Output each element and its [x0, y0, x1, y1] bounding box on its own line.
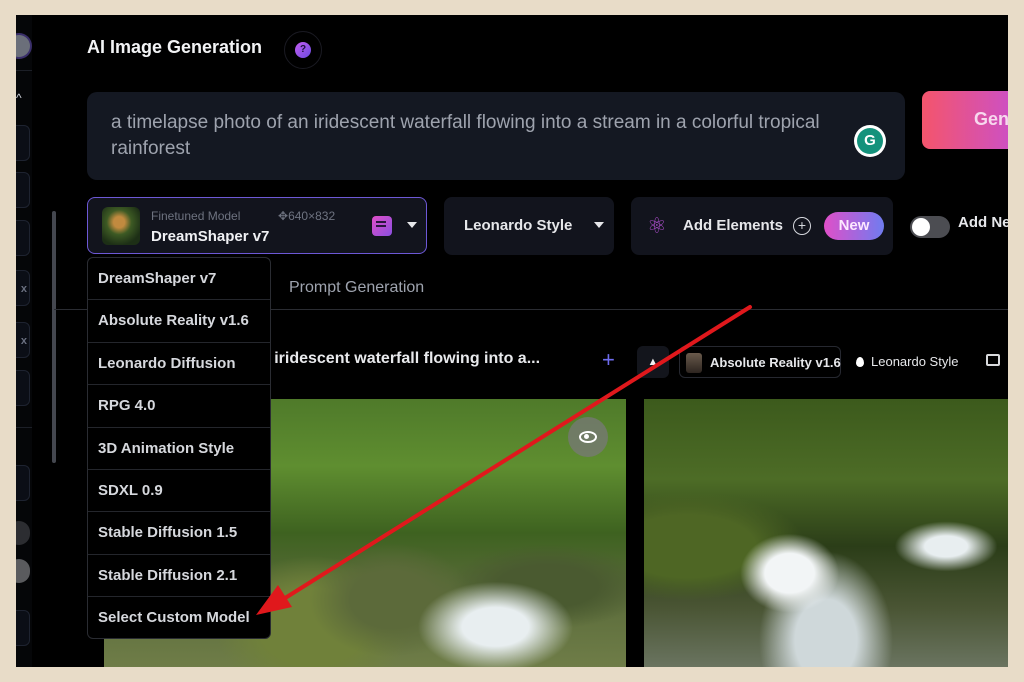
- generate-button[interactable]: Gen: [922, 91, 1008, 149]
- scrollbar[interactable]: [52, 211, 56, 463]
- sidebar-toggle[interactable]: [16, 521, 30, 545]
- model-selector[interactable]: Finetuned Model ✥640×832 DreamShaper v7: [87, 197, 427, 254]
- generation-style-label: Leonardo Style: [871, 354, 959, 369]
- chevron-down-icon[interactable]: [407, 222, 417, 228]
- dropdown-item[interactable]: RPG 4.0: [88, 385, 270, 428]
- generated-image[interactable]: [644, 399, 1008, 667]
- move-icon: ✥: [278, 209, 289, 223]
- generation-model-tag: Absolute Reality v1.6: [679, 346, 841, 378]
- plus-circle-icon[interactable]: +: [793, 217, 811, 235]
- model-thumbnail: [686, 353, 702, 373]
- chevron-down-icon[interactable]: [594, 222, 604, 228]
- sidebar-control[interactable]: [16, 125, 30, 161]
- toggle-label: Add Ne: [958, 214, 1008, 231]
- eye-icon: [579, 431, 597, 443]
- tab-prompt-generation[interactable]: Prompt Generation: [289, 279, 424, 297]
- generation-prompt-title: n iridescent waterfall flowing into a...: [260, 350, 541, 367]
- sidebar-toggle[interactable]: [16, 559, 30, 583]
- dropdown-item[interactable]: Absolute Reality v1.6: [88, 300, 270, 343]
- dropdown-item[interactable]: Stable Diffusion 2.1: [88, 555, 270, 598]
- app-window: ^ x x AI Image Generation ? a timelapse …: [16, 15, 1008, 667]
- help-button[interactable]: ?: [284, 31, 322, 69]
- selected-model-name: DreamShaper v7: [151, 228, 270, 245]
- sidebar-divider: [16, 70, 32, 71]
- generation-model-label: Absolute Reality v1.6: [710, 355, 841, 370]
- dropdown-item[interactable]: DreamShaper v7: [88, 258, 270, 301]
- add-negative-prompt-toggle[interactable]: [910, 216, 950, 238]
- drop-icon: [856, 357, 864, 367]
- sidebar-control[interactable]: x: [16, 322, 30, 358]
- upload-icon[interactable]: ▲: [637, 346, 669, 378]
- view-button[interactable]: [568, 417, 608, 457]
- user-avatar[interactable]: [16, 35, 30, 57]
- model-thumbnail: [102, 207, 140, 245]
- model-type-label: Finetuned Model: [151, 209, 241, 223]
- dropdown-item[interactable]: 3D Animation Style: [88, 428, 270, 470]
- generation-style-tag: Leonardo Style: [856, 354, 958, 369]
- page-title: AI Image Generation: [87, 37, 263, 57]
- sidebar-control[interactable]: [16, 220, 30, 256]
- sidebar-control[interactable]: [16, 610, 30, 646]
- dropdown-item[interactable]: Leonardo Diffusion: [88, 343, 270, 386]
- plus-icon[interactable]: +: [602, 347, 615, 373]
- atom-icon: ⚛: [647, 213, 667, 238]
- style-selector-label: Leonardo Style: [464, 217, 573, 234]
- sidebar-divider: [16, 427, 32, 428]
- model-dropdown-menu: DreamShaper v7 Absolute Reality v1.6 Leo…: [87, 257, 271, 639]
- question-icon: ?: [295, 42, 311, 58]
- chevron-up-icon[interactable]: ^: [16, 91, 22, 105]
- image-icon: [986, 354, 1000, 366]
- sidebar-control[interactable]: x: [16, 270, 30, 306]
- sidebar-control[interactable]: [16, 172, 30, 208]
- new-badge: New: [824, 212, 884, 240]
- add-elements-label: Add Elements: [683, 217, 784, 234]
- grammarly-icon[interactable]: G: [854, 125, 886, 157]
- dimensions-value: 640×832: [288, 209, 336, 223]
- select-custom-model-item[interactable]: Select Custom Model: [88, 597, 270, 638]
- add-elements-button[interactable]: ⚛ Add Elements + New: [631, 197, 893, 255]
- edit-note-icon[interactable]: [372, 216, 392, 236]
- model-dimensions: ✥640×832: [278, 209, 335, 223]
- sidebar-control[interactable]: [16, 465, 30, 501]
- dropdown-item[interactable]: Stable Diffusion 1.5: [88, 512, 270, 555]
- style-selector[interactable]: Leonardo Style: [444, 197, 614, 255]
- prompt-input[interactable]: a timelapse photo of an iridescent water…: [87, 92, 905, 180]
- sidebar-control[interactable]: [16, 370, 30, 406]
- sidebar: ^ x x: [16, 15, 32, 667]
- dropdown-item[interactable]: SDXL 0.9: [88, 470, 270, 513]
